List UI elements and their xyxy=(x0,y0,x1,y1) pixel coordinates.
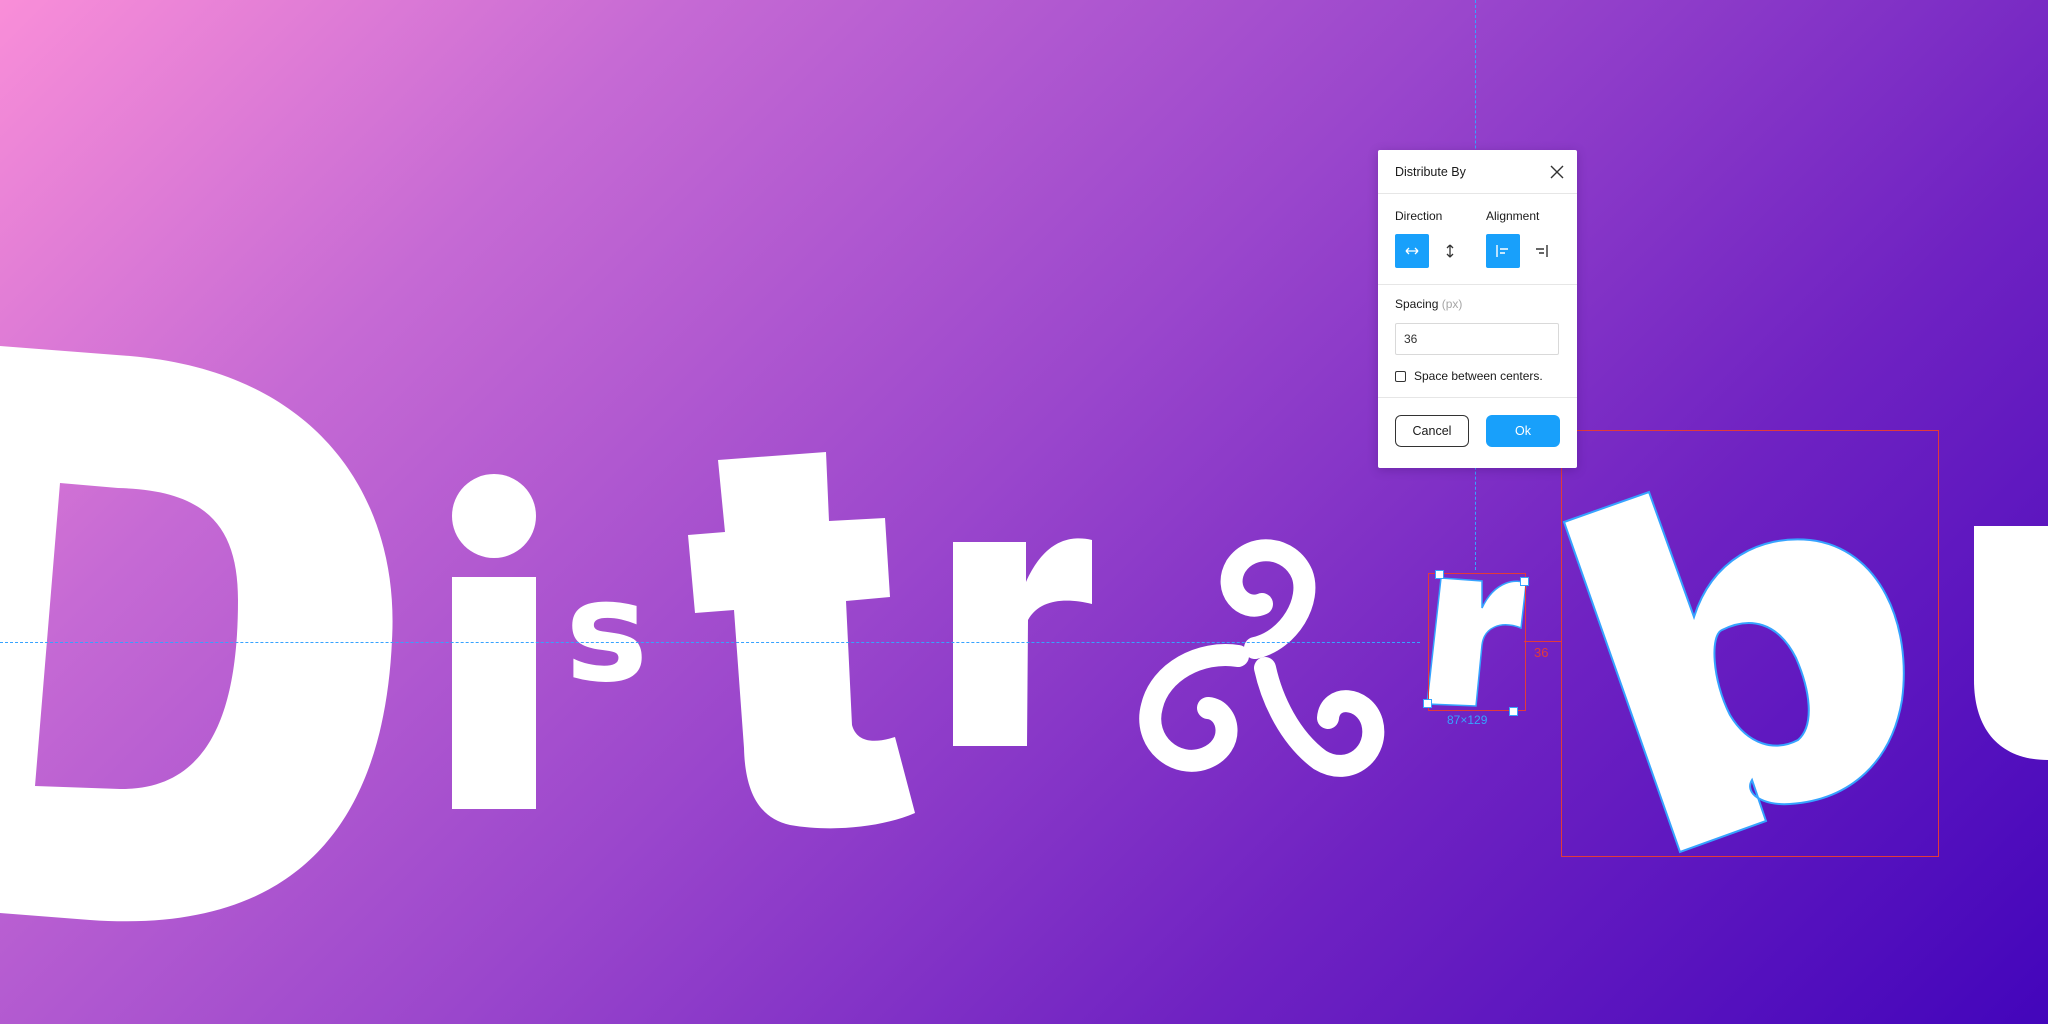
horizontal-guide-line xyxy=(0,642,1420,643)
selection-bounding-box[interactable] xyxy=(1561,430,1939,857)
letter-i-stem xyxy=(452,577,536,809)
selected-r-bounding-box[interactable] xyxy=(1428,573,1526,711)
space-between-centers-label: Space between centers. xyxy=(1414,369,1543,383)
letter-u-partial-shape xyxy=(1974,526,2048,760)
letter-t-shape xyxy=(688,452,915,829)
letter-d-shape xyxy=(0,346,393,922)
horizontal-arrows-icon xyxy=(1405,247,1419,255)
alignment-right-button[interactable] xyxy=(1524,234,1558,268)
direction-horizontal-button[interactable] xyxy=(1395,234,1429,268)
triskelion-shape xyxy=(1139,539,1385,777)
spacing-unit-label: (px) xyxy=(1441,297,1463,311)
direction-alignment-section: Direction Alignment xyxy=(1378,194,1577,285)
dimension-label: 87×129 xyxy=(1447,713,1488,727)
close-icon xyxy=(1550,165,1564,179)
spacing-section: Spacing (px) Space between centers. xyxy=(1378,285,1577,398)
spacing-label: Spacing (px) xyxy=(1395,297,1462,311)
spacing-measure-line xyxy=(1524,641,1561,642)
resize-handle-top-right[interactable] xyxy=(1520,577,1529,586)
direction-vertical-button[interactable] xyxy=(1433,234,1467,268)
letter-i-dot xyxy=(452,474,536,558)
cancel-button[interactable]: Cancel xyxy=(1395,415,1469,447)
close-button[interactable] xyxy=(1547,162,1567,182)
spacing-input[interactable] xyxy=(1395,323,1559,355)
alignment-label: Alignment xyxy=(1486,209,1540,223)
resize-handle-top-left[interactable] xyxy=(1435,570,1444,579)
space-between-centers-row[interactable]: Space between centers. xyxy=(1395,369,1543,383)
space-between-centers-checkbox[interactable] xyxy=(1395,370,1406,382)
align-right-icon xyxy=(1536,245,1548,257)
alignment-left-button[interactable] xyxy=(1486,234,1520,268)
letter-s-shape: s xyxy=(565,551,648,714)
align-left-icon xyxy=(1496,245,1508,257)
design-canvas[interactable]: s 36 87×129 xyxy=(0,0,2048,1024)
spacing-label-text: Spacing xyxy=(1395,297,1439,311)
ok-button[interactable]: Ok xyxy=(1486,415,1560,447)
dialog-title: Distribute By xyxy=(1395,165,1466,179)
resize-handle-bottom-right[interactable] xyxy=(1509,707,1518,716)
vertical-arrows-icon xyxy=(1446,244,1454,258)
resize-handle-bottom-left[interactable] xyxy=(1423,699,1432,708)
direction-label: Direction xyxy=(1395,209,1443,223)
dialog-header: Distribute By xyxy=(1378,150,1577,194)
spacing-measure-label: 36 xyxy=(1534,645,1549,660)
